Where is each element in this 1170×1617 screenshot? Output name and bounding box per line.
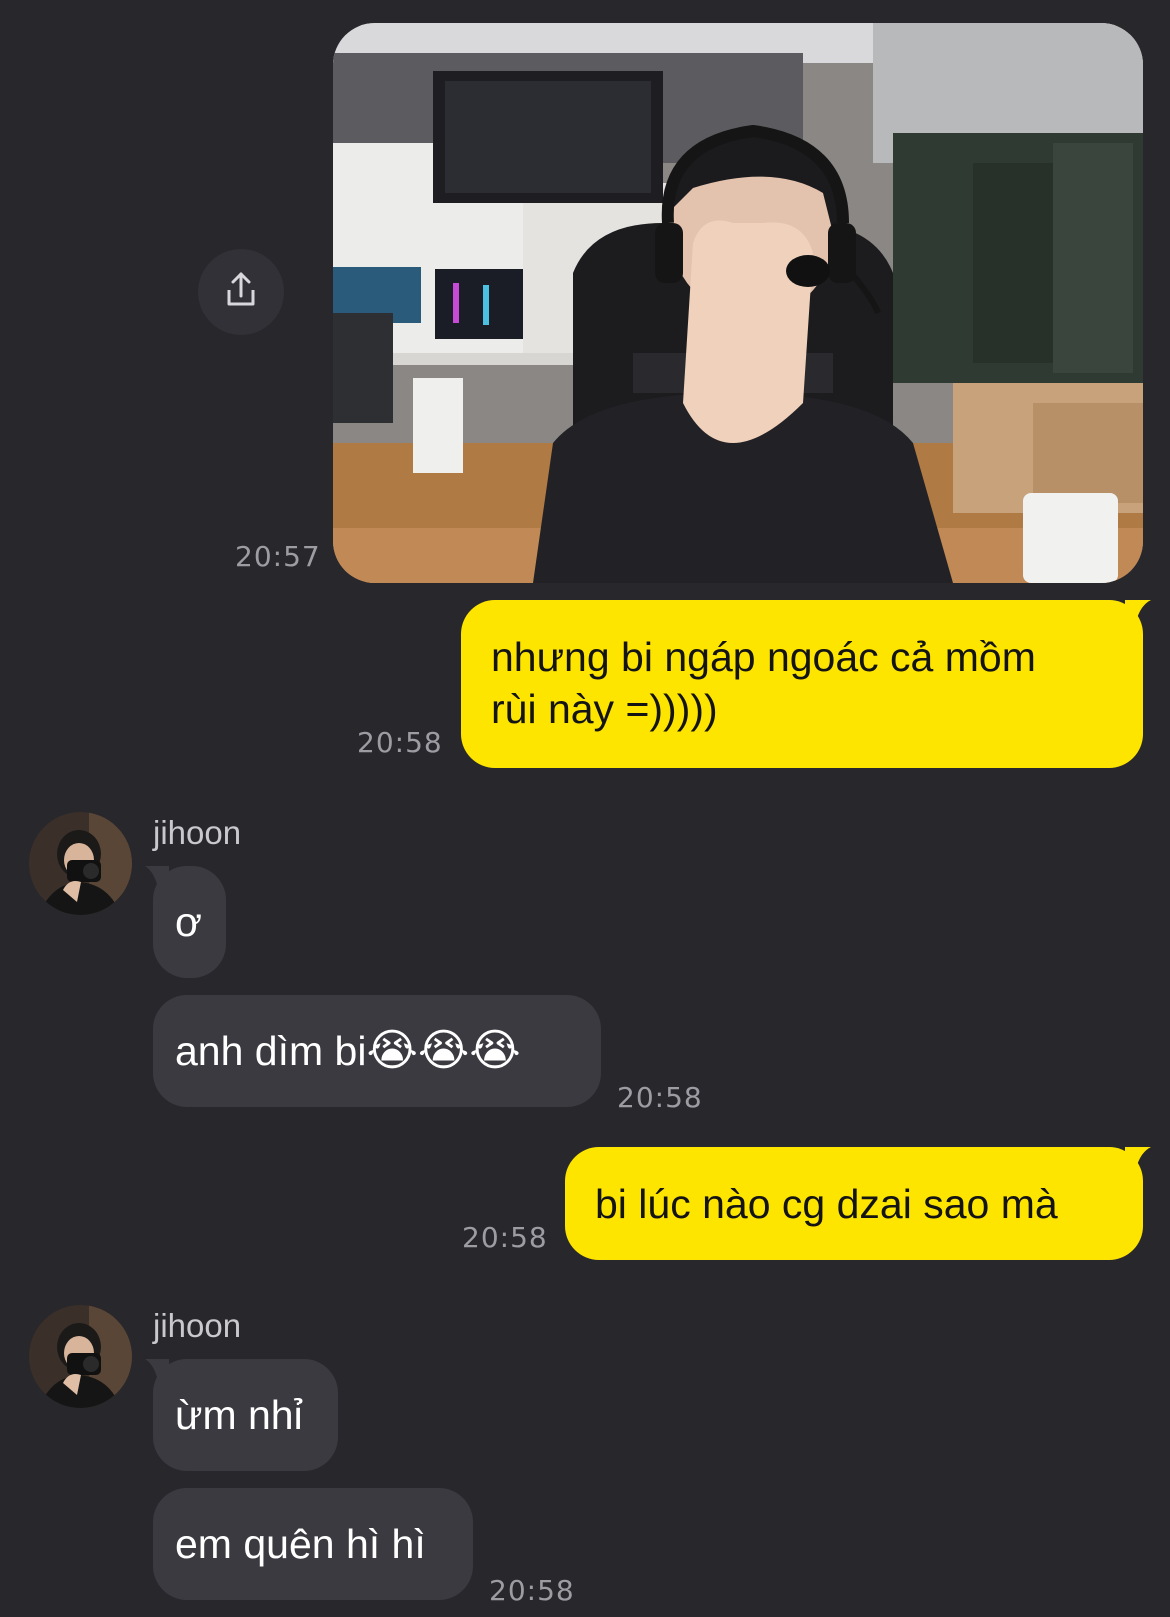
- share-button[interactable]: [198, 249, 284, 335]
- received-message-bubble[interactable]: ừm nhỉ: [153, 1359, 338, 1471]
- message-text: bi lúc nào cg dzai sao mà: [595, 1180, 1058, 1227]
- timestamp: 20:58: [462, 1221, 548, 1254]
- crying-emoji: 😭😭😭: [366, 1026, 521, 1075]
- avatar[interactable]: [29, 1305, 132, 1408]
- timestamp: 20:57: [235, 540, 321, 573]
- sent-message-bubble[interactable]: nhưng bi ngáp ngoác cả mồm rùi này =))))…: [461, 600, 1143, 768]
- received-message-bubble[interactable]: anh dìm bi 😭😭😭: [153, 995, 601, 1107]
- message-text: ừm nhỉ: [175, 1392, 303, 1438]
- share-icon: [221, 270, 261, 315]
- received-message-bubble[interactable]: em quên hì hì: [153, 1488, 473, 1600]
- sent-message-bubble[interactable]: bi lúc nào cg dzai sao mà: [565, 1147, 1143, 1260]
- bubble-tail: [1125, 600, 1151, 626]
- photo-image: [333, 23, 1143, 583]
- timestamp: 20:58: [489, 1574, 575, 1607]
- message-text: em quên hì hì: [175, 1521, 426, 1567]
- bubble-tail: [1125, 1147, 1151, 1173]
- avatar[interactable]: [29, 812, 132, 915]
- photo-message[interactable]: [333, 23, 1143, 583]
- message-text-line: rùi này =))))): [491, 686, 718, 732]
- timestamp: 20:58: [357, 726, 443, 759]
- sender-name: jihoon: [153, 1307, 242, 1344]
- message-text: anh dìm bi: [175, 1028, 367, 1074]
- message-text: ơ: [175, 899, 202, 945]
- message-text-line: nhưng bi ngáp ngoác cả mồm: [491, 634, 1036, 680]
- received-message-bubble[interactable]: ơ: [153, 866, 226, 978]
- timestamp: 20:58: [617, 1081, 703, 1114]
- sender-name: jihoon: [153, 814, 242, 851]
